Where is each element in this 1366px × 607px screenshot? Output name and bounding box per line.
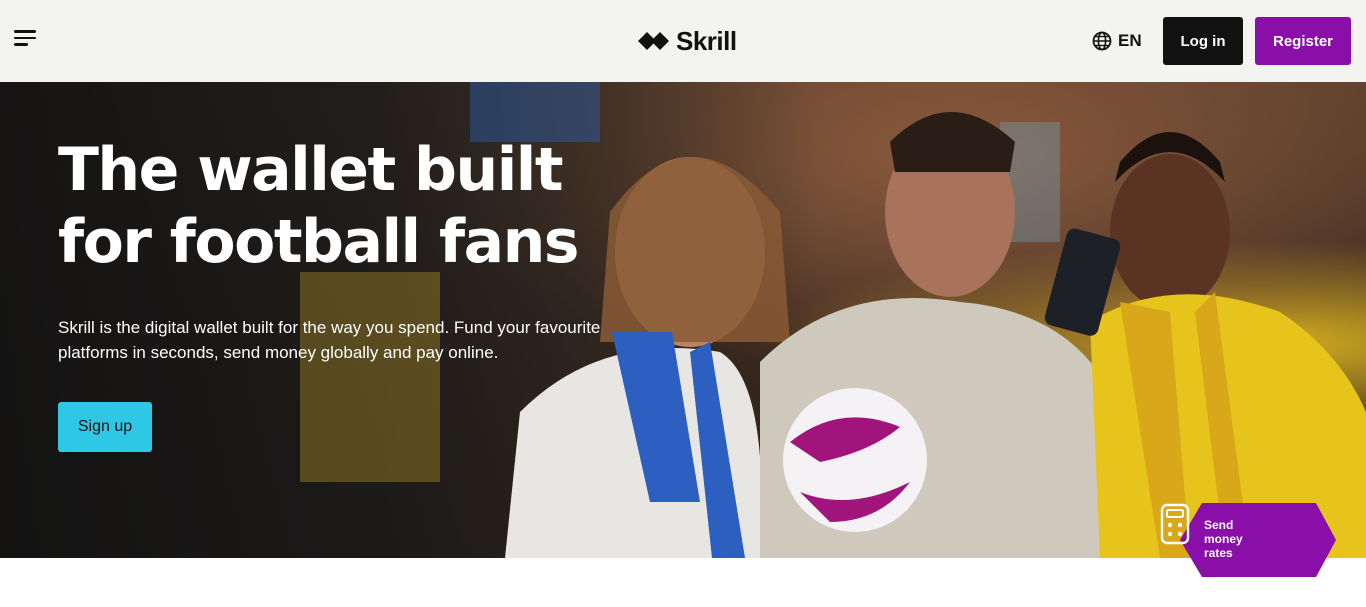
rates-label: Send money rates [1204, 518, 1243, 560]
register-button[interactable]: Register [1255, 17, 1351, 65]
hero-section: The wallet built for football fans Skril… [0, 82, 1366, 558]
menu-icon-line [14, 36, 36, 40]
language-selector[interactable]: EN [1092, 30, 1142, 52]
site-header: Skrill EN Log in Register [0, 0, 1366, 82]
menu-icon-line [14, 30, 36, 33]
signup-button[interactable]: Sign up [58, 402, 152, 452]
menu-button[interactable] [14, 30, 38, 50]
send-money-rates-button[interactable]: Send money rates [1160, 503, 1336, 577]
menu-icon-line [14, 43, 28, 46]
calculator-icon [1160, 503, 1190, 545]
hero-title: The wallet built for football fans [58, 135, 580, 277]
brand-name: Skrill [676, 25, 737, 56]
skrill-logo[interactable]: Skrill [638, 25, 737, 56]
language-label: EN [1118, 31, 1142, 50]
globe-icon [1092, 31, 1112, 51]
login-button[interactable]: Log in [1163, 17, 1243, 65]
skrill-logo-icon [638, 32, 669, 50]
hero-subtitle: Skrill is the digital wallet built for t… [58, 318, 601, 362]
